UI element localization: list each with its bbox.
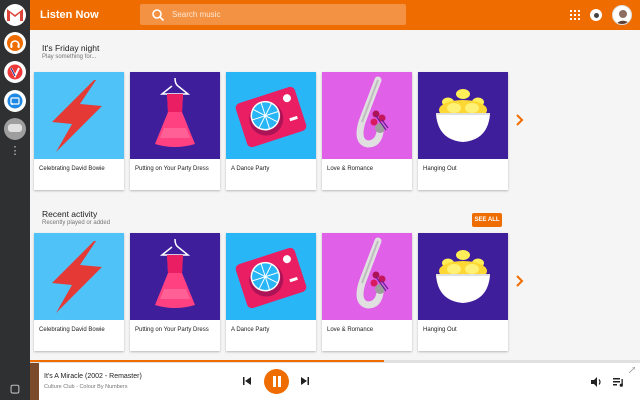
more-icon[interactable]: ⋮ bbox=[4, 140, 26, 162]
previous-icon[interactable] bbox=[242, 376, 252, 386]
search-icon bbox=[152, 8, 165, 21]
card-label[interactable]: A Dance Party bbox=[226, 159, 316, 173]
gmail-icon[interactable] bbox=[4, 4, 26, 26]
queue-icon[interactable] bbox=[612, 376, 624, 388]
turntable-artwork[interactable] bbox=[226, 72, 316, 159]
playlist-card[interactable]: Love & Romance bbox=[322, 72, 412, 190]
card-row: Celebrating David Bowie Putting on Your P… bbox=[34, 72, 508, 190]
playlist-card[interactable]: Putting on Your Party Dress bbox=[130, 233, 220, 351]
playlist-card[interactable]: Hanging Out bbox=[418, 233, 508, 351]
card-label[interactable]: Celebrating David Bowie bbox=[34, 159, 124, 173]
card-label[interactable]: Celebrating David Bowie bbox=[34, 320, 124, 334]
apps-grid-icon[interactable] bbox=[570, 10, 580, 20]
song-artist[interactable]: Culture Club - Colour By Numbers bbox=[44, 384, 127, 390]
turntable-artwork[interactable] bbox=[226, 233, 316, 320]
top-app-bar: Listen Now bbox=[30, 0, 640, 30]
card-label[interactable]: Putting on Your Party Dress bbox=[130, 320, 220, 334]
playlist-card[interactable]: Celebrating David Bowie bbox=[34, 72, 124, 190]
chips-bowl-artwork[interactable] bbox=[418, 233, 508, 320]
play-music-icon[interactable] bbox=[4, 32, 26, 54]
lightning-bolt-artwork[interactable] bbox=[34, 72, 124, 159]
section-title: Recent activity bbox=[42, 209, 98, 219]
search-box[interactable] bbox=[140, 4, 406, 25]
section-title: It's Friday night bbox=[42, 43, 100, 53]
party-dress-artwork[interactable] bbox=[130, 72, 220, 159]
party-dress-artwork[interactable] bbox=[130, 233, 220, 320]
lightning-bolt-artwork[interactable] bbox=[34, 233, 124, 320]
playlist-card[interactable]: A Dance Party bbox=[226, 233, 316, 351]
card-row: Celebrating David Bowie Putting on Your P… bbox=[34, 233, 508, 351]
cast-icon[interactable] bbox=[4, 90, 26, 112]
card-label[interactable]: Love & Romance bbox=[322, 159, 412, 173]
notification-icon[interactable] bbox=[590, 9, 602, 21]
card-label[interactable]: Hanging Out bbox=[418, 320, 508, 334]
see-all-button[interactable]: SEE ALL bbox=[472, 213, 502, 227]
expand-icon[interactable] bbox=[628, 366, 636, 374]
volume-icon[interactable] bbox=[590, 376, 602, 388]
page-title: Listen Now bbox=[40, 9, 99, 21]
playlist-card[interactable]: Putting on Your Party Dress bbox=[130, 72, 220, 190]
now-playing-bar: It's A Miracle (2002 - Remaster) Culture… bbox=[30, 362, 640, 400]
section-subtitle: Play something for... bbox=[42, 54, 97, 60]
card-label[interactable]: Putting on Your Party Dress bbox=[130, 159, 220, 173]
launcher-icon[interactable]: ▢ bbox=[4, 378, 26, 400]
chat-icon[interactable] bbox=[4, 118, 26, 140]
main-content: It's Friday night Play something for... … bbox=[30, 30, 640, 360]
album-art[interactable] bbox=[30, 363, 39, 400]
chips-bowl-artwork[interactable] bbox=[418, 72, 508, 159]
chevron-right-icon[interactable] bbox=[514, 113, 526, 127]
playlist-card[interactable]: Love & Romance bbox=[322, 233, 412, 351]
search-input[interactable] bbox=[172, 10, 372, 19]
pause-icon bbox=[272, 376, 281, 387]
pause-button[interactable] bbox=[264, 369, 289, 394]
playlist-card[interactable]: Celebrating David Bowie bbox=[34, 233, 124, 351]
song-title[interactable]: It's A Miracle (2002 - Remaster) bbox=[44, 373, 142, 380]
playlist-card[interactable]: A Dance Party bbox=[226, 72, 316, 190]
section-subtitle: Recently played or added bbox=[42, 220, 111, 226]
saxophone-roses-artwork[interactable] bbox=[322, 72, 412, 159]
launcher-strip: ⋮ ▢ bbox=[0, 0, 30, 400]
playlist-card[interactable]: Hanging Out bbox=[418, 72, 508, 190]
avatar[interactable] bbox=[612, 5, 632, 25]
saxophone-roses-artwork[interactable] bbox=[322, 233, 412, 320]
card-label[interactable]: Hanging Out bbox=[418, 159, 508, 173]
chevron-right-icon[interactable] bbox=[514, 274, 526, 288]
card-label[interactable]: Love & Romance bbox=[322, 320, 412, 334]
vivaldi-icon[interactable] bbox=[4, 61, 26, 83]
card-label[interactable]: A Dance Party bbox=[226, 320, 316, 334]
next-icon[interactable] bbox=[300, 376, 310, 386]
